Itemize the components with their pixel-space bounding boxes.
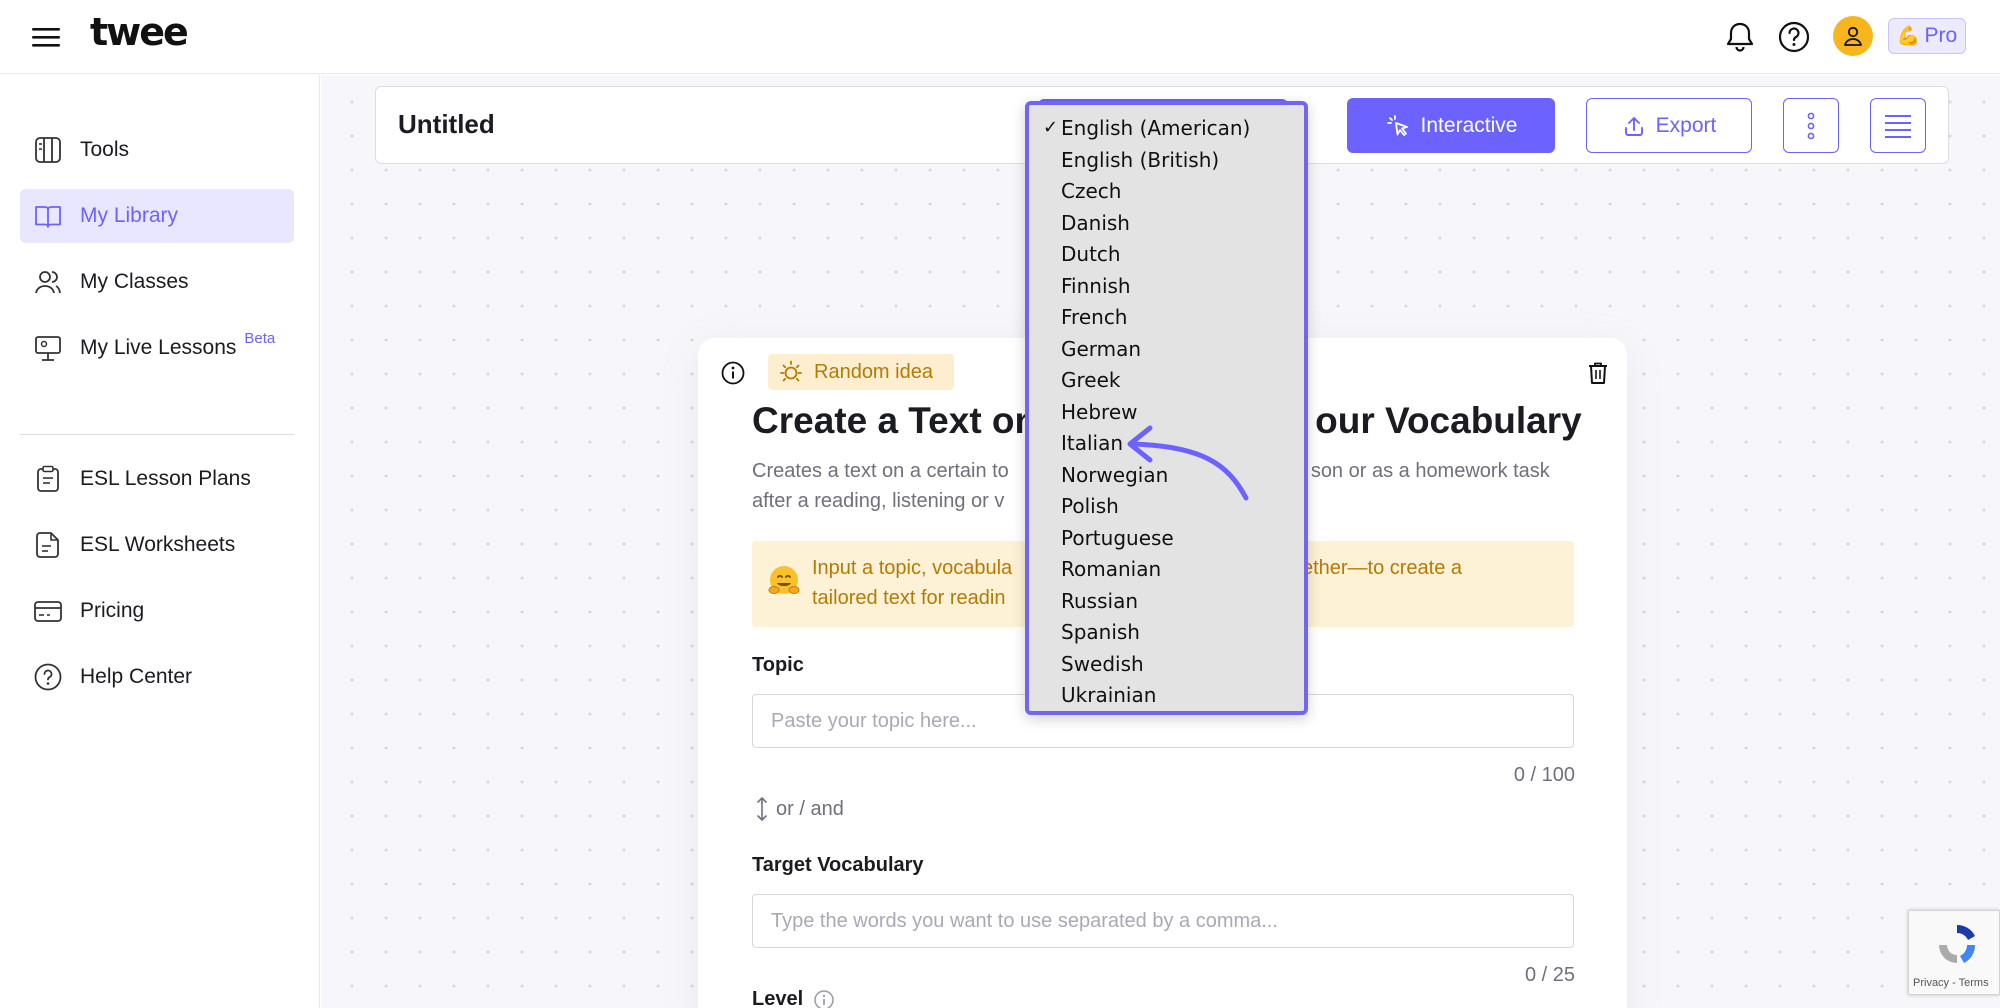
interactive-button[interactable]: Interactive [1347, 98, 1555, 153]
user-icon [1844, 26, 1862, 46]
sidebar-item-label: My Live Lessons [80, 336, 237, 359]
info-icon[interactable] [813, 989, 835, 1008]
menu-icon[interactable] [30, 22, 64, 52]
upload-icon [1624, 116, 1643, 136]
language-option[interactable]: Swedish [1061, 652, 1144, 682]
more-options-button[interactable] [1783, 98, 1839, 153]
recaptcha-logo-icon [1939, 924, 1976, 963]
topic-counter: 0 / 100 [1513, 764, 1575, 786]
worksheet-icon [32, 529, 64, 561]
target-vocabulary-input[interactable] [752, 894, 1574, 948]
user-avatar[interactable] [1833, 16, 1873, 56]
or-and-separator: or / and [756, 796, 844, 822]
flex-arm-icon: 💪 [1896, 26, 1921, 47]
recaptcha-links[interactable]: Privacy - Terms [1913, 977, 1989, 989]
language-option[interactable]: Portuguese [1061, 526, 1174, 556]
hint-line1-left: Input a topic, vocabula [812, 557, 1013, 579]
help-icon [32, 661, 64, 693]
sidebar-divider [20, 434, 294, 435]
or-and-label: or / and [776, 797, 844, 820]
top-bar: twee 💪 Pro [0, 0, 2000, 74]
app-logo[interactable]: twee [90, 10, 189, 54]
sidebar-item-label: Help Center [80, 665, 193, 688]
description-line1-right: son or as a homework task [1310, 460, 1550, 482]
clipboard-icon [32, 463, 64, 495]
pro-badge[interactable]: 💪 Pro [1888, 18, 1966, 54]
hugging-face-icon [766, 563, 802, 599]
language-option[interactable]: English (American) [1061, 116, 1250, 146]
card-heading-right: our Vocabulary [1315, 400, 1582, 441]
users-icon [32, 266, 64, 298]
info-icon[interactable] [720, 360, 746, 386]
language-option[interactable]: Ukrainian [1061, 683, 1156, 713]
pro-label: Pro [1924, 24, 1958, 47]
bell-icon[interactable] [1720, 17, 1760, 57]
description-line1-left: Creates a text on a certain to [752, 460, 1009, 482]
language-option[interactable]: Italian [1061, 431, 1123, 461]
level-label-row: Level [752, 988, 835, 1008]
sidebar-item-label: ESL Lesson Plans [80, 467, 251, 490]
sidebar-item-pricing[interactable]: Pricing [20, 584, 294, 638]
sidebar-item-label: My Classes [80, 270, 189, 293]
kebab-menu-icon [1807, 112, 1815, 139]
language-option[interactable]: Russian [1061, 589, 1138, 619]
random-idea-button[interactable]: Random idea [768, 354, 954, 390]
export-label: Export [1655, 113, 1717, 137]
sidebar-item-esl-lesson-plans[interactable]: ESL Lesson Plans [20, 452, 294, 506]
sidebar-item-help-center[interactable]: Help Center [20, 650, 294, 704]
sidebar: Tools My Library My Classes My Live Less… [0, 75, 320, 1008]
sidebar-item-label: Pricing [80, 599, 145, 622]
random-idea-label: Random idea [814, 360, 933, 383]
vocabulary-counter: 0 / 25 [1524, 964, 1575, 986]
language-option[interactable]: Greek [1061, 368, 1120, 398]
interactive-label: Interactive [1420, 113, 1518, 137]
document-title[interactable]: Untitled [398, 109, 495, 140]
export-button[interactable]: Export [1586, 98, 1752, 153]
sidebar-item-label: ESL Worksheets [80, 533, 236, 556]
vertical-arrows-icon [757, 797, 767, 821]
level-label: Level [752, 988, 804, 1008]
recaptcha-badge[interactable]: Privacy - Terms [1908, 910, 2000, 995]
presentation-icon [32, 332, 64, 364]
target-vocabulary-label: Target Vocabulary [752, 854, 924, 876]
language-option[interactable]: Polish [1061, 494, 1119, 524]
language-option[interactable]: Hebrew [1061, 400, 1137, 430]
pointer-click-icon [1386, 114, 1408, 136]
language-option[interactable]: Dutch [1061, 242, 1121, 272]
list-icon [1885, 114, 1911, 138]
language-option[interactable]: Danish [1061, 211, 1130, 241]
sidebar-item-my-live-lessons[interactable]: My Live Lessons Beta [20, 321, 294, 375]
sidebar-item-esl-worksheets[interactable]: ESL Worksheets [20, 518, 294, 572]
sun-icon [780, 360, 802, 382]
language-option[interactable]: Romanian [1061, 557, 1161, 587]
sidebar-item-tools[interactable]: Tools [20, 123, 294, 177]
language-option[interactable]: Finnish [1061, 274, 1131, 304]
card-icon [32, 595, 64, 627]
check-icon: ✓ [1043, 117, 1059, 138]
topic-label: Topic [752, 654, 804, 676]
trash-icon[interactable] [1586, 360, 1610, 386]
tools-icon [32, 134, 64, 166]
sidebar-item-my-library[interactable]: My Library [20, 189, 294, 243]
language-option[interactable]: Norwegian [1061, 463, 1168, 493]
help-icon[interactable] [1774, 17, 1814, 57]
language-option[interactable]: Czech [1061, 179, 1121, 209]
language-option[interactable]: Spanish [1061, 620, 1140, 650]
language-option[interactable]: German [1061, 337, 1141, 367]
beta-badge: Beta [244, 329, 276, 347]
card-heading-left: Create a Text on [752, 400, 1038, 441]
language-option[interactable]: French [1061, 305, 1127, 335]
language-dropdown-list: ✓ English (American) English (British) C… [1025, 101, 1308, 715]
book-icon [32, 200, 64, 232]
outline-button[interactable] [1870, 98, 1926, 153]
language-option[interactable]: English (British) [1061, 148, 1219, 178]
sidebar-item-my-classes[interactable]: My Classes [20, 255, 294, 309]
sidebar-item-label: My Library [80, 204, 179, 227]
sidebar-item-label: Tools [80, 138, 130, 161]
